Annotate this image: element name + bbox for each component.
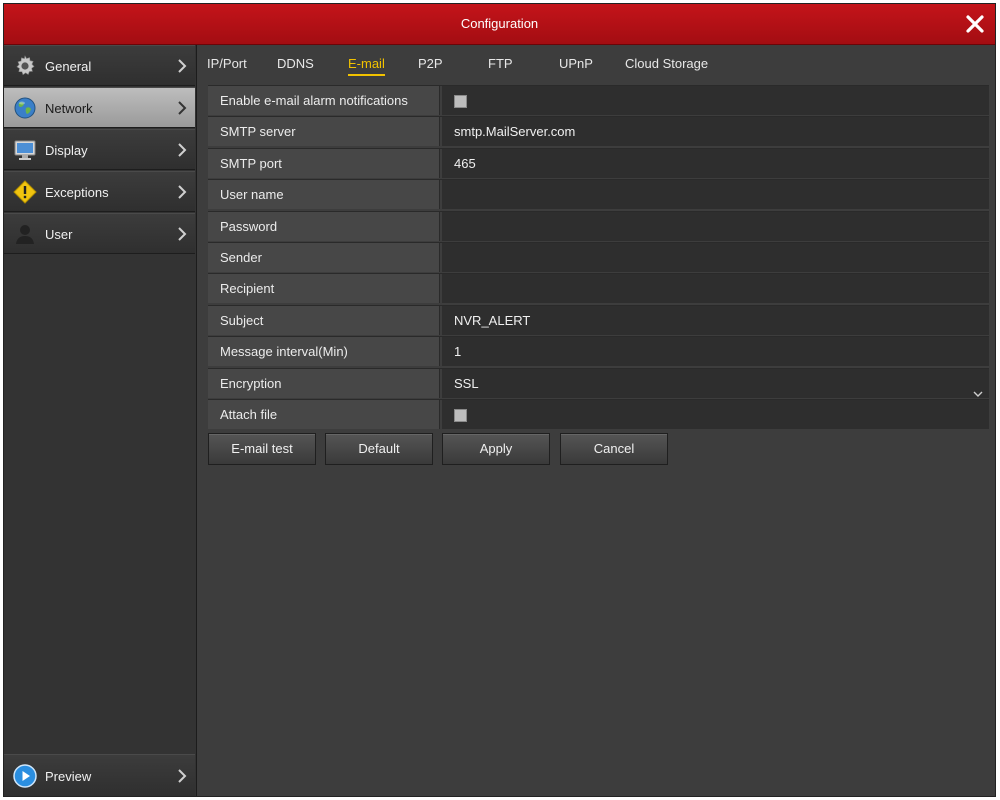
form-row-enable: Enable e-mail alarm notifications (208, 85, 989, 116)
email-test-button[interactable]: E-mail test (208, 433, 316, 465)
recipient-label: Recipient (208, 274, 440, 304)
chevron-right-icon (177, 184, 187, 200)
recipient-input[interactable] (442, 274, 989, 304)
sidebar-item-exceptions[interactable]: Exceptions (4, 171, 195, 212)
chevron-right-icon (177, 58, 187, 74)
tab-ip-port[interactable]: IP/Port (207, 56, 247, 74)
tab-bar: IP/Port DDNS E-mail P2P FTP UPnP Cloud S… (197, 45, 995, 83)
window-title: Configuration (460, 16, 539, 31)
form-row-smtp-server: SMTP server smtp.MailServer.com (208, 116, 989, 147)
tab-upnp[interactable]: UPnP (559, 56, 593, 74)
smtp-port-input[interactable]: 465 (442, 148, 989, 178)
sidebar-item-display[interactable]: Display (4, 129, 195, 170)
sender-input[interactable] (442, 242, 989, 272)
encryption-value: SSL (454, 375, 479, 391)
email-settings-form: Enable e-mail alarm notifications SMTP s… (208, 85, 989, 430)
chevron-right-icon (177, 226, 187, 242)
title-bar: Configuration (4, 4, 995, 45)
warning-icon (13, 180, 37, 204)
form-row-username: User name (208, 179, 989, 210)
tab-cloud-storage[interactable]: Cloud Storage (625, 56, 708, 74)
close-icon[interactable] (963, 12, 987, 36)
subject-input[interactable]: NVR_ALERT (442, 305, 989, 335)
sidebar-item-network[interactable]: Network (4, 87, 195, 128)
smtp-server-label: SMTP server (208, 117, 440, 147)
tab-ddns[interactable]: DDNS (277, 56, 314, 74)
default-button[interactable]: Default (325, 433, 433, 465)
form-row-attach: Attach file (208, 398, 989, 430)
enable-label: Enable e-mail alarm notifications (208, 86, 440, 115)
globe-icon (13, 96, 37, 120)
password-label: Password (208, 211, 440, 241)
username-input[interactable] (442, 180, 989, 210)
sidebar-item-user[interactable]: User (4, 213, 195, 254)
form-row-subject: Subject NVR_ALERT (208, 304, 989, 336)
attach-file-checkbox[interactable] (454, 408, 467, 422)
username-label: User name (208, 180, 440, 210)
apply-button[interactable]: Apply (442, 433, 550, 465)
encryption-select[interactable]: SSL (442, 368, 989, 398)
gear-icon (13, 54, 37, 78)
sidebar-item-label: Network (45, 101, 93, 116)
tab-ftp[interactable]: FTP (488, 56, 513, 74)
form-row-recipient: Recipient (208, 273, 989, 304)
form-row-encryption: Encryption SSL (208, 367, 989, 399)
configuration-window: Configuration General Network Display Ex… (3, 3, 996, 797)
sidebar-item-label: Exceptions (45, 185, 109, 200)
smtp-port-label: SMTP port (208, 148, 440, 178)
sender-label: Sender (208, 242, 440, 272)
password-input[interactable] (442, 211, 989, 241)
sidebar-item-label: User (45, 227, 73, 242)
chevron-right-icon (177, 100, 187, 116)
attach-label: Attach file (208, 399, 440, 429)
interval-label: Message interval(Min) (208, 337, 440, 367)
sidebar: General Network Display Exceptions User … (4, 45, 197, 796)
form-row-interval: Message interval(Min) 1 (208, 336, 989, 367)
subject-label: Subject (208, 305, 440, 335)
sidebar-item-label: Display (45, 143, 88, 158)
chevron-down-icon (973, 379, 983, 397)
sidebar-item-label: Preview (45, 769, 92, 784)
monitor-icon (13, 138, 37, 162)
interval-input[interactable]: 1 (442, 337, 989, 367)
chevron-right-icon (177, 142, 187, 158)
main-panel: IP/Port DDNS E-mail P2P FTP UPnP Cloud S… (197, 45, 995, 796)
sidebar-item-preview[interactable]: Preview (4, 754, 195, 796)
sidebar-item-label: General (45, 59, 92, 74)
form-row-password: Password (208, 210, 989, 242)
sidebar-item-general[interactable]: General (4, 45, 195, 86)
encryption-label: Encryption (208, 368, 440, 398)
enable-checkbox[interactable] (454, 95, 467, 108)
form-row-smtp-port: SMTP port 465 (208, 147, 989, 179)
chevron-right-icon (177, 768, 187, 784)
form-row-sender: Sender (208, 241, 989, 273)
cancel-button[interactable]: Cancel (560, 433, 668, 465)
tab-p2p[interactable]: P2P (418, 56, 443, 74)
play-icon (13, 764, 37, 788)
smtp-server-input[interactable]: smtp.MailServer.com (442, 117, 989, 147)
tab-email[interactable]: E-mail (348, 56, 385, 76)
user-icon (13, 222, 37, 246)
